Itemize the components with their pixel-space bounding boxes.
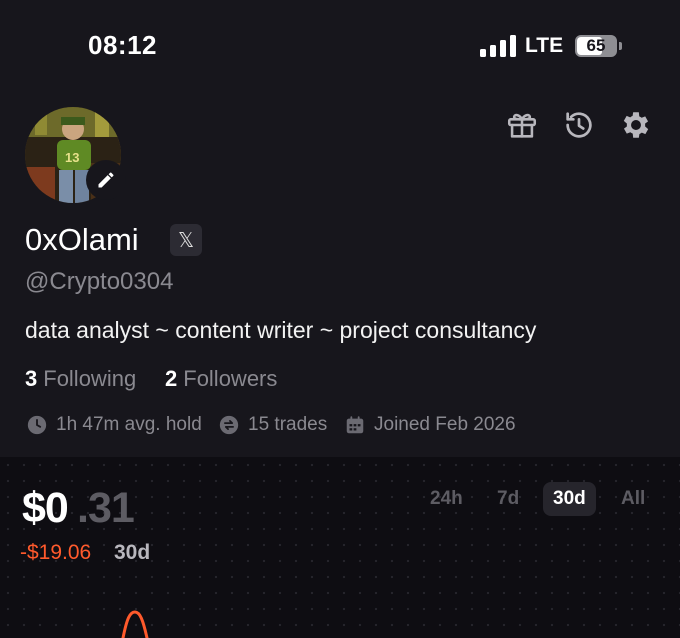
battery-level: 65 [586,36,606,55]
bio: data analyst ~ content writer ~ project … [25,317,537,343]
status-bar: 08:12 LTE 65 [0,0,680,92]
following-label: Following [43,366,137,391]
display-name: 0xOlami [25,222,139,257]
range-30d-button[interactable]: 30d [543,482,596,516]
range-all-button[interactable]: All [611,482,655,516]
gift-icon [507,113,537,138]
battery-icon: 65 [575,35,617,57]
settings-icon [623,112,649,138]
followers-count: 2 [165,366,178,391]
user-handle: @Crypto0304 [25,268,174,295]
pnl-value: -$19.06 [20,541,92,564]
range-7d-button[interactable]: 7d [487,482,529,516]
pnl-period: 30d [114,541,151,564]
balance-decimal: .31 [77,484,135,532]
portfolio-chart-line [121,610,149,638]
history-button[interactable] [562,108,596,142]
pencil-icon [98,172,114,188]
signal-icon [480,35,516,57]
status-time: 08:12 [88,30,157,60]
trades-stat: 15 trades [218,414,327,436]
following-link[interactable]: 3 Following [25,366,136,392]
following-count: 3 [25,366,38,391]
clock-icon [27,415,47,435]
followers-label: Followers [183,366,278,391]
edit-avatar-button[interactable] [86,160,126,200]
x-link-badge[interactable]: 𝕏 [170,224,202,256]
range-24h-button[interactable]: 24h [420,482,473,516]
calendar-icon [346,416,364,434]
followers-link[interactable]: 2 Followers [165,366,277,392]
balance-integer: $0 [22,484,69,532]
joined-text: Joined Feb 2026 [374,414,516,435]
gift-button[interactable] [505,108,539,142]
settings-button[interactable] [619,108,653,142]
swap-icon [219,415,239,435]
battery-cap [619,42,622,50]
svg-text:13: 13 [65,150,79,165]
avg-hold-text: 1h 47m avg. hold [56,414,202,435]
history-icon [566,112,592,138]
network-label: LTE [525,34,564,57]
avg-hold-stat: 1h 47m avg. hold [26,414,202,436]
joined-stat: Joined Feb 2026 [344,414,516,436]
trades-text: 15 trades [248,414,328,435]
